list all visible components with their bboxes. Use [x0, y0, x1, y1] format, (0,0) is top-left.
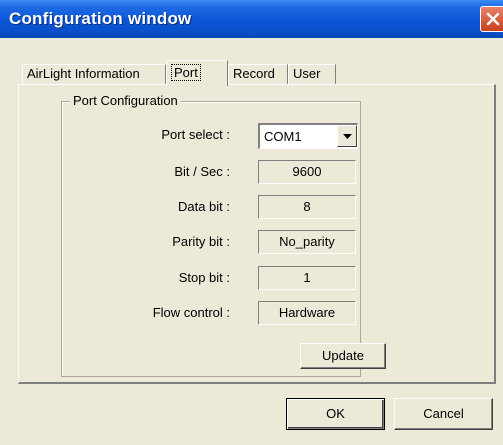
close-icon: [486, 12, 500, 26]
stop-bit-label: Stop bit :: [178, 270, 230, 285]
ok-button[interactable]: OK: [286, 398, 385, 430]
window-title: Configuration window: [9, 9, 192, 28]
stop-bit-field: 1: [258, 266, 356, 290]
port-configuration-group: Port Configuration Port select : COM1 Bi…: [61, 93, 386, 377]
group-title: Port Configuration: [70, 93, 181, 108]
flow-control-label: Flow control :: [152, 305, 230, 320]
port-select-dropdown[interactable]: COM1: [258, 123, 358, 149]
tab-label: AirLight Information: [27, 66, 140, 81]
dropdown-button[interactable]: [337, 125, 357, 147]
data-bit-label: Data bit :: [177, 199, 230, 214]
tab-strip: AirLight Information Port Record User: [22, 60, 362, 86]
parity-bit-label: Parity bit :: [172, 234, 230, 249]
tab-label: Record: [233, 66, 275, 81]
flow-control-field: Hardware: [258, 301, 356, 325]
tab-port[interactable]: Port: [166, 60, 228, 86]
title-bar[interactable]: Configuration window: [0, 0, 503, 38]
dialog-client-area: AirLight Information Port Record User Po…: [0, 38, 503, 445]
tab-airlight-information[interactable]: AirLight Information: [22, 64, 166, 84]
tab-label: User: [293, 66, 321, 81]
port-tab-panel: Port Configuration Port select : COM1 Bi…: [18, 84, 496, 384]
bit-sec-field: 9600: [258, 160, 356, 184]
tab-user[interactable]: User: [288, 64, 336, 84]
tab-label: Port: [171, 64, 201, 81]
parity-bit-field: No_parity: [258, 230, 356, 254]
port-select-label: Port select :: [161, 127, 230, 142]
tab-record[interactable]: Record: [228, 64, 288, 84]
port-select-value: COM1: [264, 129, 302, 144]
bit-sec-label: Bit / Sec :: [174, 164, 230, 179]
data-bit-field: 8: [258, 195, 356, 219]
close-button[interactable]: [480, 6, 503, 32]
chevron-down-icon: [343, 134, 352, 139]
update-button[interactable]: Update: [300, 343, 386, 369]
configuration-window: Configuration window AirLight Informatio…: [0, 0, 503, 445]
cancel-button[interactable]: Cancel: [394, 398, 493, 430]
